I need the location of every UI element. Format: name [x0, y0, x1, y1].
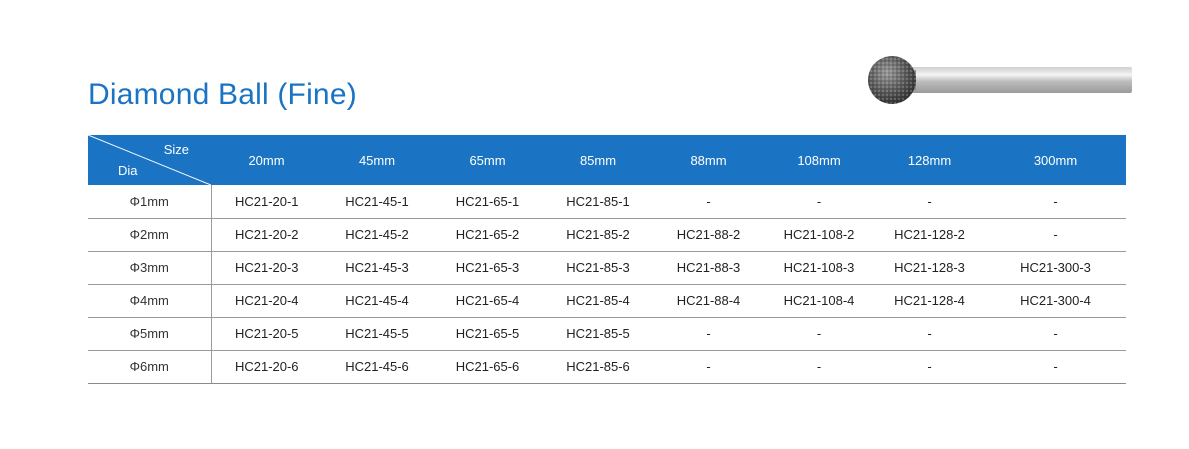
dia-cell: Φ2mm: [88, 218, 212, 252]
code-cell: HC21-85-1: [543, 185, 653, 219]
column-header: 45mm: [358, 152, 396, 168]
code-cell: HC21-85-6: [543, 350, 653, 384]
table-row: Φ1mm HC21-20-1 HC21-45-1 HC21-65-1 HC21-…: [88, 185, 1126, 219]
dia-cell: Φ6mm: [88, 350, 212, 384]
dia-cell: Φ5mm: [88, 317, 212, 351]
table-row: Φ2mm HC21-20-2 HC21-45-2 HC21-65-2 HC21-…: [88, 218, 1126, 252]
code-cell: HC21-300-4: [985, 284, 1126, 318]
code-cell: -: [653, 350, 764, 384]
code-cell: HC21-300-3: [985, 251, 1126, 285]
code-cell: HC21-128-2: [874, 218, 985, 252]
code-cell: HC21-65-6: [432, 350, 543, 384]
code-cell: HC21-65-5: [432, 317, 543, 351]
code-cell: HC21-45-5: [322, 317, 432, 351]
table-row: Φ5mm HC21-20-5 HC21-45-5 HC21-65-5 HC21-…: [88, 317, 1126, 351]
size-label: Size: [163, 142, 189, 157]
code-cell: HC21-128-3: [874, 251, 985, 285]
code-cell: -: [874, 350, 985, 384]
code-cell: HC21-20-2: [211, 218, 322, 252]
column-header: 20mm: [248, 152, 285, 168]
code-cell: HC21-85-4: [543, 284, 653, 318]
code-cell: HC21-128-4: [874, 284, 985, 318]
code-cell: HC21-85-3: [543, 251, 653, 285]
code-cell: -: [764, 350, 874, 384]
code-cell: HC21-65-2: [432, 218, 543, 252]
code-cell: HC21-20-5: [211, 317, 322, 351]
table-header-row: Size Dia 20mm 45mm 65mm 85mm 88mm 108mm …: [88, 135, 1126, 185]
page-title: Diamond Ball (Fine): [88, 78, 357, 111]
code-cell: -: [764, 185, 874, 219]
code-cell: HC21-65-4: [432, 284, 543, 318]
code-cell: HC21-20-4: [211, 284, 322, 318]
code-cell: HC21-108-4: [764, 284, 874, 318]
column-header: 300mm: [1033, 152, 1078, 168]
code-cell: HC21-85-5: [543, 317, 653, 351]
dia-label: Dia: [118, 163, 138, 178]
table-row: Φ4mm HC21-20-4 HC21-45-4 HC21-65-4 HC21-…: [88, 284, 1126, 318]
column-header: 85mm: [579, 152, 617, 168]
size-dia-corner-header: Size Dia: [88, 135, 211, 185]
dia-cell: Φ4mm: [88, 284, 212, 318]
column-header: 65mm: [469, 152, 506, 168]
code-cell: -: [653, 317, 764, 351]
code-cell: HC21-45-1: [322, 185, 432, 219]
code-cell: HC21-108-2: [764, 218, 874, 252]
dia-cell: Φ3mm: [88, 251, 212, 285]
code-cell: HC21-108-3: [764, 251, 874, 285]
column-header: 88mm: [690, 152, 727, 168]
table-row: Φ3mm HC21-20-3 HC21-45-3 HC21-65-3 HC21-…: [88, 251, 1126, 285]
code-cell: HC21-20-3: [211, 251, 322, 285]
code-cell: HC21-45-3: [322, 251, 432, 285]
table-row: Φ6mm HC21-20-6 HC21-45-6 HC21-65-6 HC21-…: [88, 350, 1126, 384]
column-header: 108mm: [797, 152, 841, 168]
code-cell: HC21-65-1: [432, 185, 543, 219]
code-cell: HC21-20-1: [211, 185, 322, 219]
code-cell: HC21-88-4: [653, 284, 764, 318]
code-cell: -: [985, 317, 1126, 351]
code-cell: HC21-45-4: [322, 284, 432, 318]
dia-cell: Φ1mm: [88, 185, 212, 219]
code-cell: -: [653, 185, 764, 219]
code-cell: -: [985, 218, 1126, 252]
code-cell: HC21-20-6: [211, 350, 322, 384]
diamond-ball-bur-image: [868, 56, 1132, 104]
column-header: 128mm: [907, 152, 952, 168]
code-cell: HC21-65-3: [432, 251, 543, 285]
code-cell: -: [874, 317, 985, 351]
code-cell: HC21-85-2: [543, 218, 653, 252]
product-code-table: Size Dia 20mm 45mm 65mm 85mm 88mm 108mm …: [88, 135, 1126, 384]
code-cell: HC21-88-2: [653, 218, 764, 252]
code-cell: -: [985, 350, 1126, 384]
code-cell: HC21-88-3: [653, 251, 764, 285]
code-cell: -: [874, 185, 985, 219]
code-cell: HC21-45-6: [322, 350, 432, 384]
code-cell: -: [764, 317, 874, 351]
code-cell: HC21-45-2: [322, 218, 432, 252]
code-cell: -: [985, 185, 1126, 219]
diagonal-divider: [88, 135, 211, 185]
